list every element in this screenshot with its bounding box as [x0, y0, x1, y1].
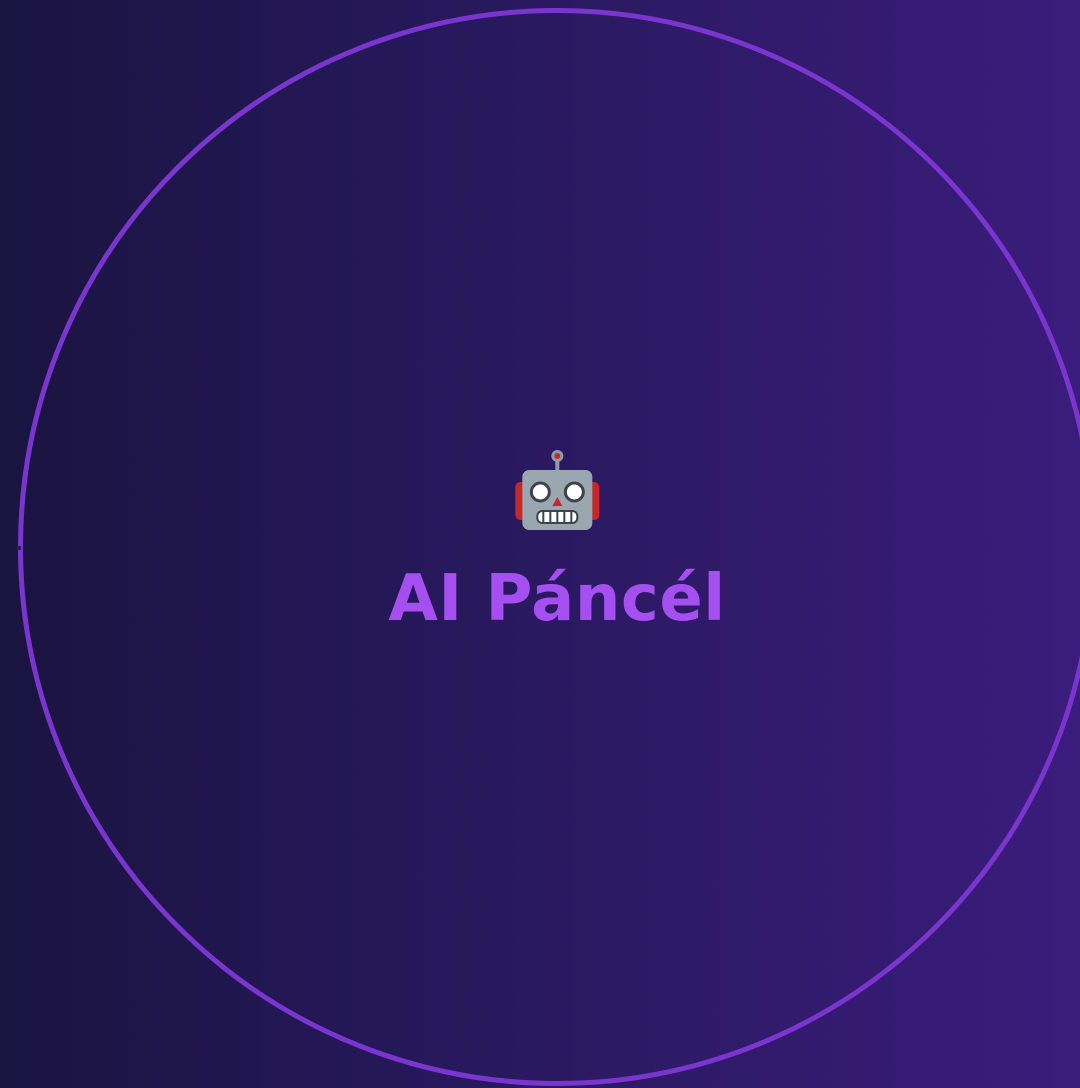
app-title: AI Páncél	[388, 562, 726, 636]
brand-block: AI Páncél	[388, 448, 725, 635]
robot-icon	[388, 448, 725, 538]
ring-marker	[17, 546, 21, 550]
splash-screen: AI Páncél	[0, 0, 1080, 1088]
